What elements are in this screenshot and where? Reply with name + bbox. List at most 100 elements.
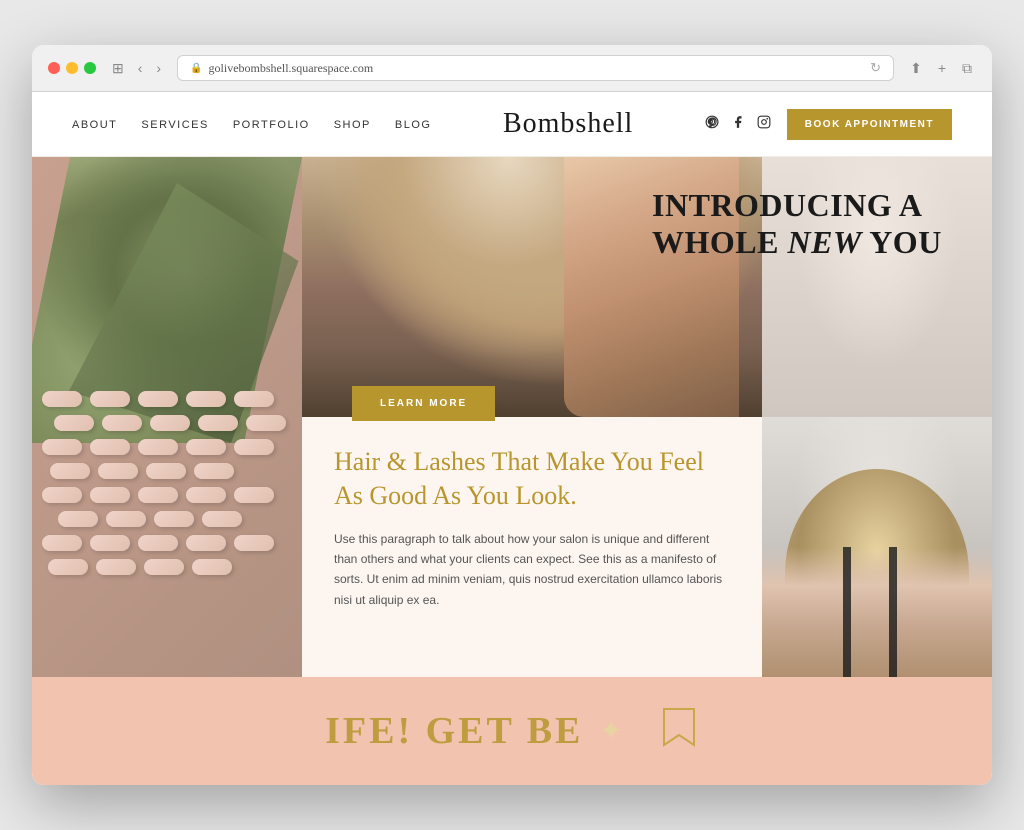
back-button[interactable]: ‹ [134,58,147,78]
traffic-lights [48,62,96,74]
site-navigation: ABOUT SERVICES PORTFOLIO SHOP BLOG Bombs… [32,92,992,157]
pill [192,559,232,575]
pill [42,439,82,455]
center-content: Hair & Lashes That Make You Feel As Good… [302,417,762,677]
close-button[interactable] [48,62,60,74]
website: ABOUT SERVICES PORTFOLIO SHOP BLOG Bombs… [32,92,992,785]
main-content-grid: INTRODUCING A WHOLE NEW YOU LEARN MORE H… [32,157,992,677]
center-column: INTRODUCING A WHOLE NEW YOU LEARN MORE H… [302,157,762,677]
pill [42,391,82,407]
browser-nav: ⊞ ‹ › [108,58,165,79]
teaser-bookmark-icon [659,707,699,755]
nav-links: ABOUT SERVICES PORTFOLIO SHOP BLOG [72,115,431,133]
book-appointment-button[interactable]: BOOK APPOINTMENT [787,109,952,140]
forward-button[interactable]: › [152,58,165,78]
pill [48,559,88,575]
maximize-button[interactable] [84,62,96,74]
social-icons [705,115,771,134]
nav-portfolio[interactable]: PORTFOLIO [233,119,310,131]
browser-window: ⊞ ‹ › 🔒 golivebombshell.squarespace.com … [32,45,992,785]
section-title: Hair & Lashes That Make You Feel As Good… [334,445,730,513]
reload-icon[interactable]: ↻ [870,60,881,76]
teaser-text: IFE! GET BE [325,709,583,753]
pill [54,415,94,431]
nav-about[interactable]: ABOUT [72,119,117,131]
pill [90,535,130,551]
left-column-image [32,157,302,677]
pill [90,487,130,503]
facebook-icon[interactable] [731,115,745,134]
pill [194,463,234,479]
share-button[interactable]: ⬆ [906,58,926,79]
dress-strap-right [889,547,897,677]
pill [96,559,136,575]
pill [106,511,146,527]
browser-chrome: ⊞ ‹ › 🔒 golivebombshell.squarespace.com … [32,45,992,92]
pill-row [32,439,302,455]
pill [186,535,226,551]
pill [186,439,226,455]
bottom-teaser-section: IFE! GET BE ✦ [32,677,992,785]
pill-row [32,391,302,407]
shoulder-skin [762,547,992,677]
pill [234,535,274,551]
new-tab-button[interactable]: + [934,58,950,78]
pill-row [44,415,302,431]
section-body: Use this paragraph to talk about how you… [334,529,730,611]
pill-row [32,487,302,503]
nav-right: BOOK APPOINTMENT [705,109,952,140]
windows-button[interactable]: ⧉ [958,58,976,79]
pill [58,511,98,527]
pill [198,415,238,431]
pill [138,487,178,503]
minimize-button[interactable] [66,62,78,74]
right-updo-photo [762,417,992,677]
pill [234,487,274,503]
pill [138,439,178,455]
pill [138,535,178,551]
lock-icon: 🔒 [190,63,202,74]
pill [154,511,194,527]
pill [90,439,130,455]
nav-services[interactable]: SERVICES [141,119,208,131]
headline-italic: NEW [787,224,861,260]
nav-blog[interactable]: BLOG [395,119,432,131]
pill [138,391,178,407]
pill-row [40,463,302,479]
pill [234,391,274,407]
teaser-star-icon: ✦ [599,714,622,748]
hero-area: INTRODUCING A WHOLE NEW YOU LEARN MORE [302,157,762,417]
headline-line1: INTRODUCING A [652,187,923,223]
pill-row [38,559,302,575]
learn-more-area: LEARN MORE [322,370,525,437]
browser-actions: ⬆ + ⧉ [906,58,976,79]
pill [42,535,82,551]
headline-line2: WHOLE [652,224,787,260]
pinterest-icon[interactable] [705,115,719,134]
address-bar[interactable]: 🔒 golivebombshell.squarespace.com ↻ [177,55,894,81]
site-logo: Bombshell [503,108,633,140]
pill [90,391,130,407]
pill [98,463,138,479]
pill [202,511,242,527]
pill [234,439,274,455]
pill [186,391,226,407]
nav-shop[interactable]: SHOP [334,119,371,131]
hero-headline-overlay: INTRODUCING A WHOLE NEW YOU [652,187,992,261]
sidebar-toggle[interactable]: ⊞ [108,58,128,79]
pill [144,559,184,575]
hero-headline: INTRODUCING A WHOLE NEW YOU [652,187,992,261]
pill [102,415,142,431]
pill [42,487,82,503]
pill [146,463,186,479]
pill-row [48,511,302,527]
instagram-icon[interactable] [757,115,771,134]
pill [246,415,286,431]
headline-line3: YOU [862,224,942,260]
pills-pattern [32,391,302,677]
teaser-partial-text: IFE! GET BE [325,710,583,752]
learn-more-button[interactable]: LEARN MORE [352,386,495,421]
pill [150,415,190,431]
pill [50,463,90,479]
dress-strap-left [843,547,851,677]
